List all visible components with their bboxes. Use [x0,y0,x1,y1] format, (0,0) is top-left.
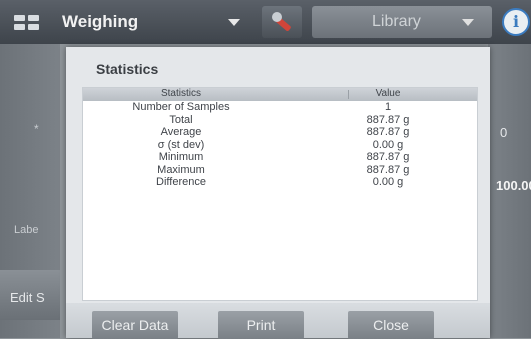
table-row: Maximum 887.87 g [83,164,477,177]
row-value: 887.87 g [366,126,410,138]
row-label: Difference [156,176,206,188]
edit-button-label: Edit S [10,290,45,305]
right-zero: 0 [500,125,508,140]
tools-button[interactable] [262,6,302,38]
row-value: 0.00 g [372,176,404,188]
chevron-down-icon [462,19,474,26]
top-bar: Weighing Library i [0,0,531,44]
chevron-down-icon[interactable] [228,19,240,26]
row-label: Minimum [158,151,204,163]
column-header-statistics: Statistics [160,88,201,99]
row-value: 887.87 g [366,151,410,163]
table-row: Number of Samples 1 [83,101,477,114]
table-body: Number of Samples 1 Total 887.87 g Avera… [83,101,477,189]
close-button[interactable]: Close [348,311,434,339]
dialog-title: Statistics [96,61,159,77]
row-label: Average [160,126,202,138]
table-row: Difference 0.00 g [83,176,477,189]
info-icon[interactable]: i [502,8,530,36]
right-value: 100.00 [496,178,531,193]
column-header-value: Value [375,88,401,99]
statistics-dialog: Statistics Statistics Value Number of Sa… [66,47,490,339]
row-value: 887.87 g [366,113,410,126]
clear-data-button[interactable]: Clear Data [92,311,178,339]
row-value: 0.00 g [372,138,404,151]
statistics-table: Statistics Value Number of Samples 1 Tot… [82,87,478,301]
table-header: Statistics Value [83,88,477,101]
row-label: Maximum [157,163,205,176]
edit-button-bg[interactable]: Edit S [0,270,60,320]
row-label: σ (st dev) [157,138,205,151]
table-row: σ (st dev) 0.00 g [83,139,477,152]
print-button[interactable]: Print [218,311,304,339]
application-title[interactable]: Weighing [62,12,138,32]
row-value: 1 [384,101,392,113]
table-row: Total 887.87 g [83,114,477,127]
dialog-footer: Clear Data Print Close [66,303,490,339]
library-label: Library [372,13,421,30]
column-divider [348,90,349,99]
scale-grid-icon[interactable] [14,15,40,31]
table-row: Minimum 887.87 g [83,151,477,164]
table-row: Average 887.87 g [83,126,477,139]
left-label: Labe [14,224,39,236]
row-label: Number of Samples [132,101,230,113]
row-value: 887.87 g [366,163,410,176]
library-dropdown[interactable]: Library [312,6,492,38]
row-label: Total [169,113,193,126]
right-panel: 0 100.00 [488,44,531,338]
left-star: * [34,122,39,136]
